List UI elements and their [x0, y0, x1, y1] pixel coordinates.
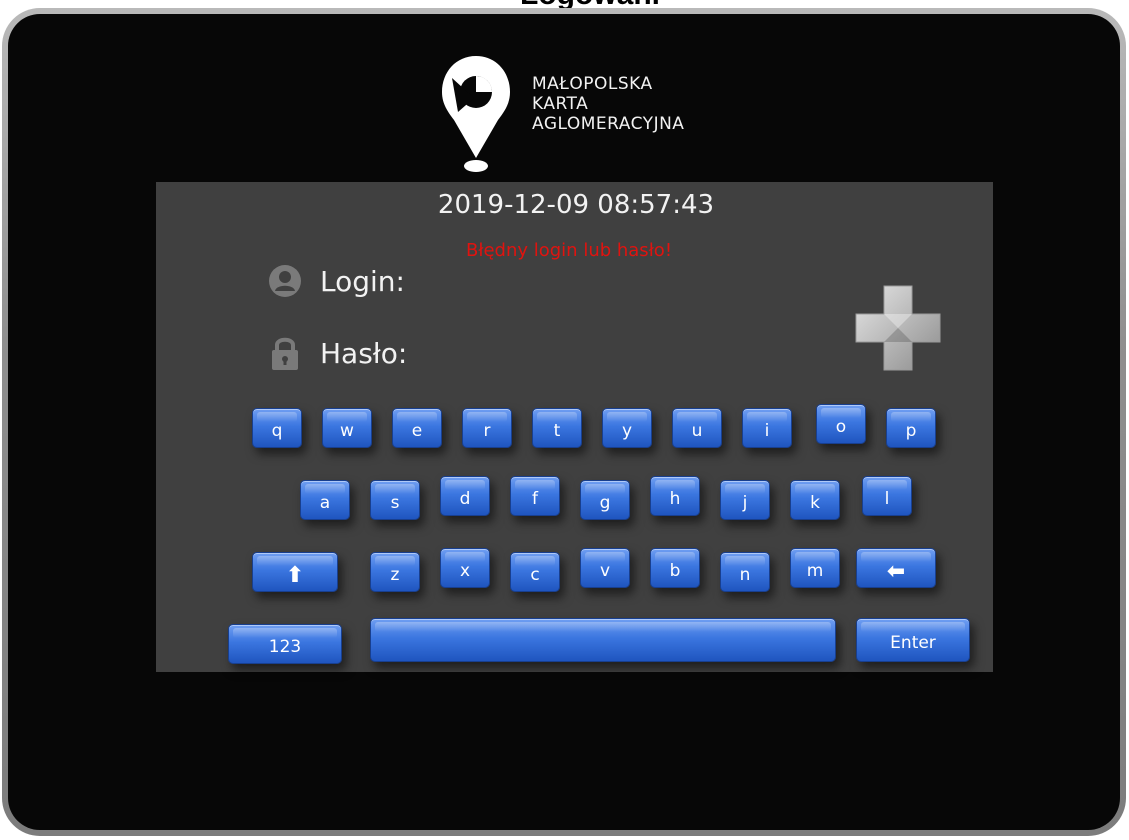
- key-v[interactable]: v: [580, 548, 630, 588]
- key-label: o: [835, 417, 847, 437]
- key-l[interactable]: l: [862, 476, 912, 516]
- key-label: h: [669, 489, 681, 509]
- space-key[interactable]: [370, 618, 836, 662]
- key-y[interactable]: y: [602, 408, 652, 448]
- key-label: i: [764, 421, 770, 441]
- key-a[interactable]: a: [300, 480, 350, 520]
- key-label: t: [553, 421, 561, 441]
- screen-bezel: MAŁOPOLSKA KARTA AGLOMERACYJNA 2019-12-0…: [8, 14, 1120, 830]
- key-label: x: [459, 561, 471, 581]
- key-c[interactable]: c: [510, 552, 560, 592]
- key-label: n: [739, 565, 751, 585]
- key-b[interactable]: b: [650, 548, 700, 588]
- key-label: f: [532, 489, 538, 509]
- key-label: g: [599, 493, 611, 513]
- key-label: 123: [268, 637, 302, 657]
- key-label: k: [810, 493, 820, 513]
- key-e[interactable]: e: [392, 408, 442, 448]
- key-d[interactable]: d: [440, 476, 490, 516]
- password-field-row: Hasło:: [268, 334, 407, 372]
- key-label: s: [390, 493, 400, 513]
- key-label: y: [621, 421, 633, 441]
- logo-line-2: KARTA: [532, 94, 589, 114]
- key-f[interactable]: f: [510, 476, 560, 516]
- logo-line-1: MAŁOPOLSKA: [532, 74, 653, 94]
- key-r[interactable]: r: [462, 408, 512, 448]
- lock-icon: [272, 337, 298, 370]
- key-n[interactable]: n: [720, 552, 770, 592]
- key-w[interactable]: w: [322, 408, 372, 448]
- key-label: v: [599, 561, 611, 581]
- key-z[interactable]: z: [370, 552, 420, 592]
- login-panel: 2019-12-09 08:57:43 Błędny login lub has…: [156, 182, 993, 672]
- error-message: Błędny login lub hasło!: [466, 240, 673, 261]
- shift-arrow-up-icon: ⬆: [285, 562, 305, 588]
- login-field-row: Login:: [268, 264, 405, 298]
- login-input[interactable]: [446, 272, 830, 310]
- key-u[interactable]: u: [672, 408, 722, 448]
- backspace-arrow-left-icon: ⬅: [886, 558, 906, 584]
- key-label: c: [530, 565, 540, 585]
- key-m[interactable]: m: [790, 548, 840, 588]
- key-q[interactable]: q: [252, 408, 302, 448]
- key-t[interactable]: t: [532, 408, 582, 448]
- key-s[interactable]: s: [370, 480, 420, 520]
- key-i[interactable]: i: [742, 408, 792, 448]
- plus-icon[interactable]: [852, 282, 944, 374]
- logo: MAŁOPOLSKA KARTA AGLOMERACYJNA: [440, 54, 760, 184]
- key-label: p: [905, 421, 917, 441]
- user-icon: [269, 265, 301, 297]
- logo-pin-icon: [442, 56, 510, 172]
- key-o[interactable]: o: [816, 404, 866, 444]
- key-label: b: [669, 561, 681, 581]
- key-label: d: [459, 489, 471, 509]
- login-label: Login:: [320, 264, 405, 298]
- key-label: m: [806, 561, 824, 581]
- key-x[interactable]: x: [440, 548, 490, 588]
- key-label: Enter: [890, 633, 936, 653]
- backspace-key[interactable]: ⬅: [856, 548, 936, 588]
- key-k[interactable]: k: [790, 480, 840, 520]
- key-label: j: [742, 493, 748, 513]
- password-label: Hasło:: [320, 336, 408, 370]
- key-label: e: [411, 421, 423, 441]
- shift-key[interactable]: ⬆: [252, 552, 338, 592]
- key-label: w: [340, 421, 354, 441]
- password-input[interactable]: [446, 342, 830, 380]
- enter-key[interactable]: Enter: [856, 618, 970, 662]
- key-label: r: [483, 421, 491, 441]
- key-label: u: [691, 421, 703, 441]
- key-label: a: [319, 493, 331, 513]
- key-j[interactable]: j: [720, 480, 770, 520]
- device-frame: MAŁOPOLSKA KARTA AGLOMERACYJNA 2019-12-0…: [2, 8, 1126, 836]
- key-h[interactable]: h: [650, 476, 700, 516]
- key-g[interactable]: g: [580, 480, 630, 520]
- key-label: q: [271, 421, 283, 441]
- key-label: l: [884, 489, 890, 509]
- numbers-key[interactable]: 123: [228, 624, 342, 664]
- key-label: z: [390, 565, 400, 585]
- datetime-display: 2019-12-09 08:57:43: [437, 190, 715, 220]
- logo-line-3: AGLOMERACYJNA: [532, 114, 685, 134]
- key-p[interactable]: p: [886, 408, 936, 448]
- logo-text: MAŁOPOLSKA KARTA AGLOMERACYJNA: [532, 74, 684, 134]
